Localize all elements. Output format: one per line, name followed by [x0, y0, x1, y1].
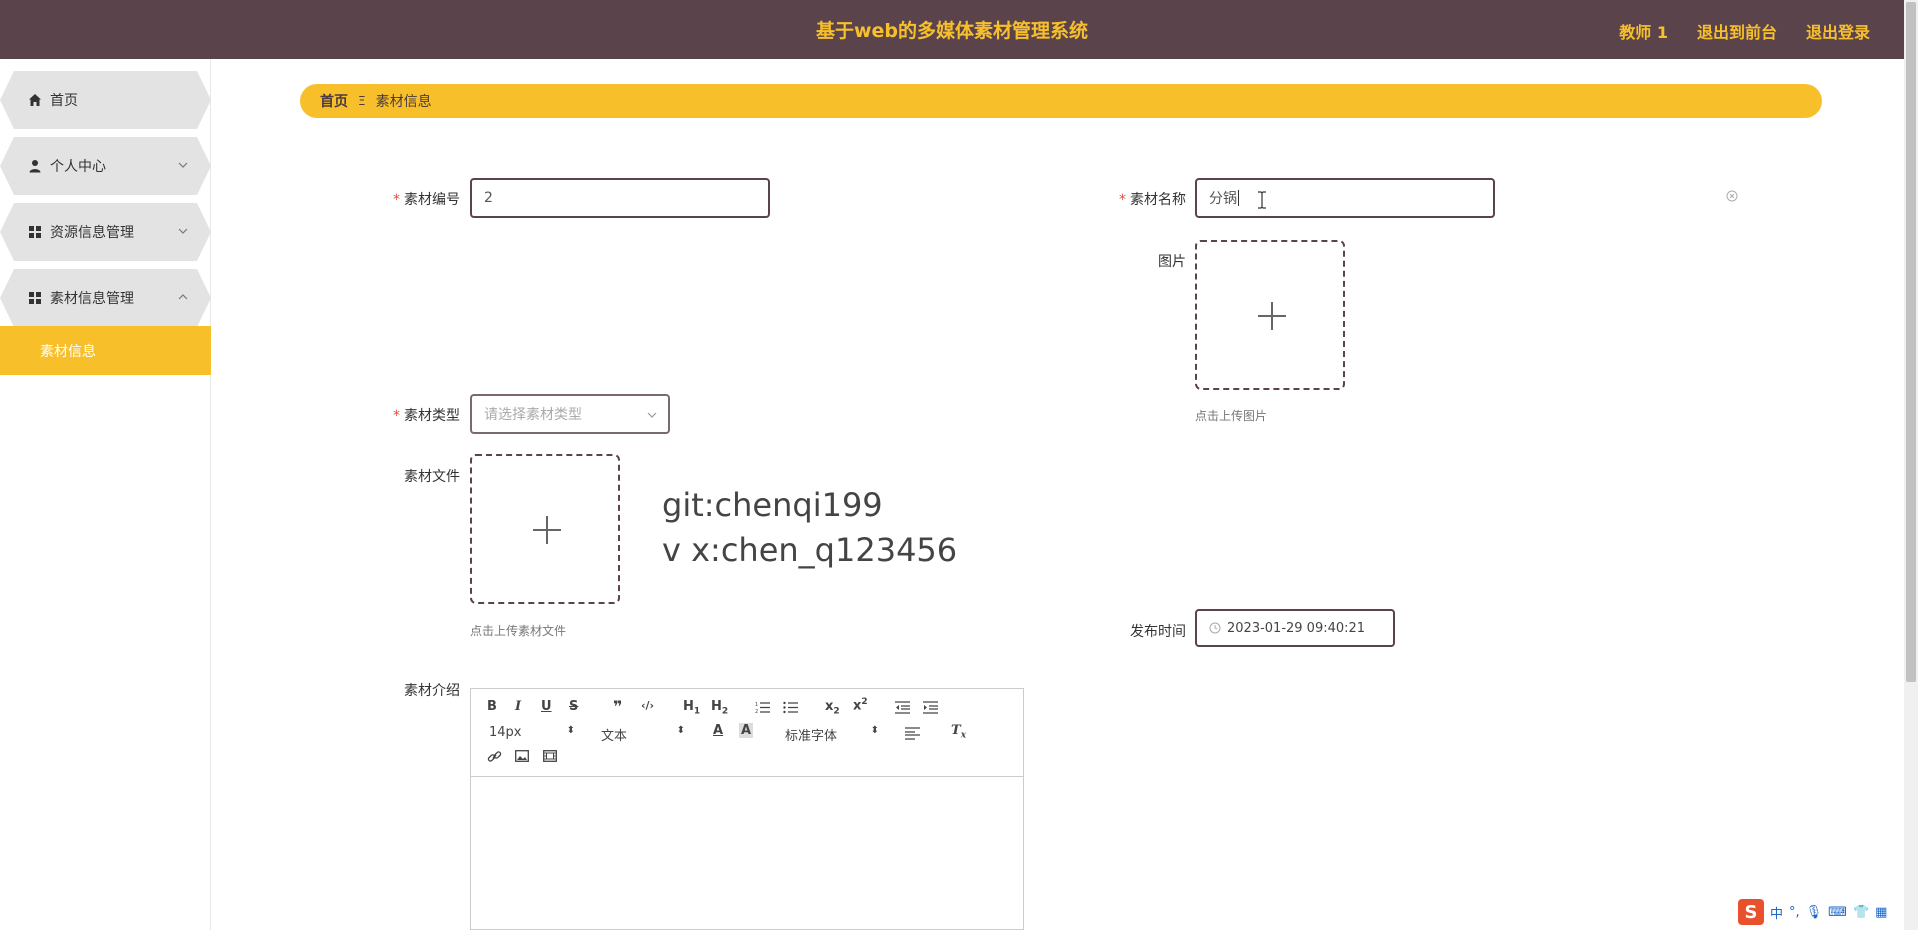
sidebar-item-label: 个人中心 — [50, 159, 106, 175]
chevron-up-icon — [178, 294, 188, 300]
h1-button[interactable]: H1 — [683, 699, 700, 717]
time-label: 发布时间 — [1130, 624, 1186, 640]
code-label: * 素材编号 — [393, 192, 460, 208]
indent-icon[interactable] — [923, 701, 938, 714]
sidebar-subitem-material-info[interactable]: 素材信息 — [0, 326, 211, 375]
align-icon[interactable] — [905, 727, 920, 740]
editor-content-area[interactable] — [471, 778, 1023, 929]
grid-icon — [29, 292, 41, 304]
sidebar: 首页 个人中心 资源信息管理 素材信息管理 素材信息 — [0, 59, 211, 930]
font-family-select[interactable]: 标准字体 ⬍ — [785, 725, 879, 744]
overlay-git-text: git:chenqi199 — [662, 486, 883, 524]
scrollbar-thumb[interactable] — [1906, 2, 1916, 682]
grid-icon — [29, 226, 41, 238]
image-icon[interactable] — [515, 750, 529, 762]
svg-text:1: 1 — [755, 702, 758, 708]
breadcrumb-home[interactable]: 首页 — [320, 91, 348, 111]
ime-mode[interactable]: 中 — [1770, 903, 1783, 922]
background-color-button[interactable]: A — [739, 723, 754, 738]
bullet-list-icon[interactable] — [783, 701, 798, 714]
link-icon[interactable] — [487, 749, 502, 764]
sidebar-item-label: 首页 — [50, 93, 78, 109]
type-select[interactable]: 请选择素材类型 — [470, 394, 670, 434]
superscript-button[interactable]: x2 — [853, 697, 868, 713]
image-label: 图片 — [1158, 254, 1186, 270]
ime-status-bar: S 中 °, 🎙 ⌨ 👕 ▦ — [1738, 898, 1908, 926]
clear-format-button[interactable]: Tx — [951, 723, 966, 741]
image-upload[interactable] — [1195, 240, 1345, 390]
logout-link[interactable]: 退出登录 — [1806, 19, 1870, 43]
clock-icon — [1209, 622, 1221, 634]
chevron-down-icon — [647, 412, 657, 418]
font-color-button[interactable]: A — [713, 723, 723, 738]
image-upload-hint: 点击上传图片 — [1195, 409, 1268, 423]
breadcrumb-current: 素材信息 — [375, 94, 432, 110]
ime-keyboard-icon[interactable]: ⌨ — [1828, 905, 1847, 920]
h2-button[interactable]: H2 — [711, 699, 728, 717]
ime-skin-icon[interactable]: 👕 — [1853, 905, 1869, 920]
rich-text-editor: B I U S ❞ ‹/› H1 H2 12 x2 x2 14px ⬍ 文本 ⬍ A… — [470, 688, 1024, 930]
chevron-down-icon — [178, 162, 188, 168]
name-input[interactable]: 分锅 — [1195, 178, 1495, 218]
ime-logo-icon[interactable]: S — [1738, 899, 1764, 925]
sidebar-subitem-label: 素材信息 — [40, 343, 96, 360]
name-label: * 素材名称 — [1119, 192, 1186, 208]
breadcrumb: 首页 Ξ 素材信息 — [300, 84, 1822, 118]
ordered-list-icon[interactable]: 12 — [755, 701, 770, 714]
sidebar-item-label: 素材信息管理 — [50, 291, 134, 307]
ime-menu-icon[interactable]: ▦ — [1875, 905, 1887, 920]
subscript-button[interactable]: x2 — [825, 699, 840, 717]
sidebar-item-label: 资源信息管理 — [50, 225, 134, 241]
overlay-vx-text: v x:chen_q123456 — [662, 531, 958, 569]
code-input[interactable]: 2 — [470, 178, 770, 218]
ime-mic-icon[interactable]: 🎙 — [1806, 905, 1823, 920]
sidebar-item-personal[interactable]: 个人中心 — [0, 137, 211, 195]
outdent-icon[interactable] — [895, 701, 910, 714]
paragraph-select[interactable]: 文本 ⬍ — [601, 725, 685, 744]
intro-label: 素材介绍 — [404, 683, 460, 699]
italic-button[interactable]: I — [515, 699, 521, 714]
header-nav: 教师 1 退出到前台 退出登录 — [1619, 19, 1870, 43]
blockquote-button[interactable]: ❞ — [613, 697, 622, 716]
clear-circle-icon[interactable] — [1726, 190, 1738, 202]
editor-toolbar: B I U S ❞ ‹/› H1 H2 12 x2 x2 14px ⬍ 文本 ⬍ A… — [471, 689, 1023, 777]
file-label: 素材文件 — [404, 469, 460, 485]
file-upload-hint: 点击上传素材文件 — [470, 624, 567, 638]
bold-button[interactable]: B — [487, 699, 497, 714]
sidebar-item-resource[interactable]: 资源信息管理 — [0, 203, 211, 261]
home-icon — [29, 94, 41, 106]
current-user-link[interactable]: 教师 1 — [1619, 19, 1668, 43]
chevron-down-icon — [178, 228, 188, 234]
publish-time-input[interactable]: 2023-01-29 09:40:21 — [1195, 609, 1395, 647]
sidebar-item-home[interactable]: 首页 — [0, 71, 211, 129]
svg-text:2: 2 — [755, 709, 758, 714]
strike-button[interactable]: S — [569, 699, 578, 714]
breadcrumb-separator: Ξ — [358, 94, 366, 108]
page-scrollbar[interactable] — [1904, 0, 1918, 930]
sidebar-item-material[interactable]: 素材信息管理 — [0, 269, 211, 327]
file-upload[interactable] — [470, 454, 620, 604]
user-icon — [29, 160, 41, 173]
type-label: * 素材类型 — [393, 408, 460, 424]
video-icon[interactable] — [543, 750, 557, 762]
font-size-select[interactable]: 14px ⬍ — [489, 725, 575, 741]
text-cursor-icon — [1258, 191, 1266, 209]
back-to-front-link[interactable]: 退出到前台 — [1697, 19, 1777, 43]
underline-button[interactable]: U — [541, 699, 552, 714]
ime-punct-icon[interactable]: °, — [1789, 905, 1800, 920]
top-header: 基于web的多媒体素材管理系统 教师 1 退出到前台 退出登录 — [0, 0, 1904, 59]
code-block-button[interactable]: ‹/› — [641, 699, 654, 712]
